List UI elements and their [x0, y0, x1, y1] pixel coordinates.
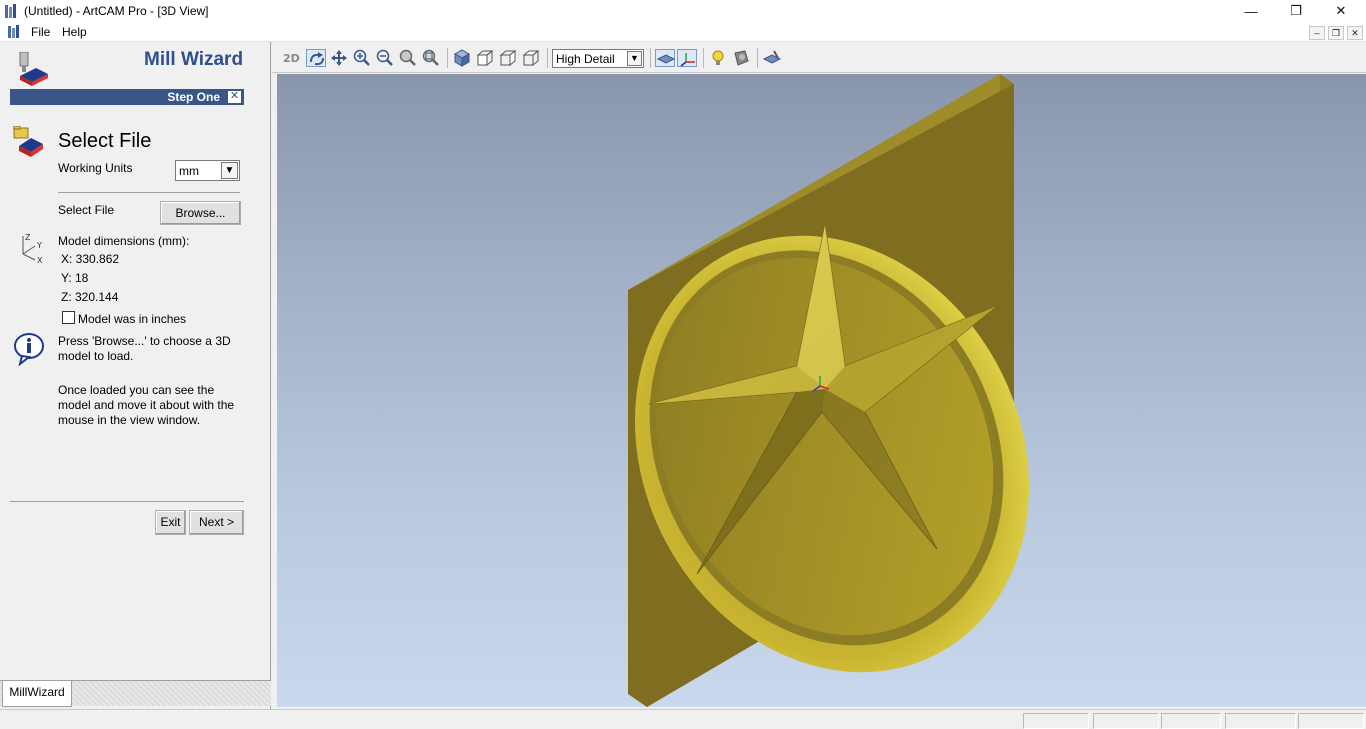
title-bar: (Untitled) - ArtCAM Pro - [3D View] — ❐ … [0, 0, 1366, 22]
tab-millwizard[interactable]: MillWizard [2, 681, 72, 707]
menu-file[interactable]: File [31, 25, 50, 39]
zoom-fit-icon[interactable] [421, 49, 441, 67]
step-label: Step One [167, 90, 220, 104]
chevron-down-icon[interactable]: ▼ [627, 51, 642, 66]
minimize-button[interactable]: — [1228, 0, 1274, 22]
mill-wizard-icon [19, 52, 48, 86]
panel-title: Mill Wizard [144, 49, 244, 70]
2d-view-icon[interactable]: 2D [282, 49, 302, 67]
toolbar-separator [447, 48, 448, 68]
model-dimensions-label: Model dimensions (mm): [58, 234, 190, 248]
toolbar-separator [757, 48, 758, 68]
detail-level-select[interactable]: High Detail ▼ [552, 49, 644, 68]
chevron-down-icon[interactable]: ▼ [221, 162, 238, 179]
status-cell [1023, 713, 1089, 729]
status-cell [1298, 713, 1364, 729]
working-units-select[interactable]: mm ▼ [175, 160, 240, 181]
divider [58, 192, 240, 193]
window-title: (Untitled) - ArtCAM Pro - [3D View] [24, 4, 209, 18]
section-title: Select File [58, 130, 152, 152]
mill-wizard-panel: Mill Wizard Step One ✕ Select File Worki… [0, 42, 271, 709]
divider [10, 501, 244, 502]
menu-help[interactable]: Help [62, 25, 87, 39]
document-icon [8, 25, 19, 38]
mdi-minimize-button[interactable]: – [1309, 26, 1325, 40]
status-cell [1093, 713, 1159, 729]
detail-level-value: High Detail [556, 52, 615, 66]
mdi-close-button[interactable]: ✕ [1347, 26, 1363, 40]
artcam-app-icon [5, 4, 16, 18]
view-toolbar: 2D High Detail ▼ [272, 42, 1366, 73]
3d-view-window[interactable] [277, 74, 1366, 707]
light-icon[interactable] [708, 49, 728, 67]
step-header: Step One ✕ [10, 89, 244, 105]
top-view-icon[interactable] [521, 49, 541, 67]
toolbar-separator [650, 48, 651, 68]
dimension-y: Y: 18 [61, 271, 89, 285]
dimension-z: Z: 320.144 [61, 290, 119, 304]
3d-model-render[interactable] [277, 74, 1366, 707]
zoom-out-icon[interactable] [375, 49, 395, 67]
rotate-icon[interactable] [306, 49, 326, 67]
step-close-icon[interactable]: ✕ [228, 91, 241, 103]
working-units-value: mm [179, 164, 199, 178]
inches-checkbox[interactable] [62, 311, 75, 324]
material-icon[interactable] [731, 49, 751, 67]
open-model-icon [13, 126, 43, 157]
info-text-loaded: Once loaded you can see the model and mo… [58, 383, 235, 427]
status-bar [0, 709, 1366, 729]
select-file-label: Select File [58, 203, 115, 217]
status-cell [1161, 713, 1221, 729]
next-button[interactable]: Next > [189, 510, 244, 535]
panel-tab-strip: MillWizard [0, 680, 271, 707]
close-button[interactable]: ✕ [1318, 0, 1364, 22]
axis-x-label: X [37, 256, 43, 264]
info-icon [14, 333, 44, 366]
side-view-icon[interactable] [498, 49, 518, 67]
working-units-label: Working Units [58, 161, 133, 175]
pan-icon[interactable] [329, 49, 349, 67]
toolbar-separator [547, 48, 548, 68]
exit-button[interactable]: Exit [155, 510, 186, 535]
mdi-restore-button[interactable]: ❐ [1328, 26, 1344, 40]
dimension-x: X: 330.862 [61, 252, 120, 266]
show-axes-icon[interactable] [677, 49, 697, 67]
show-plane-icon[interactable] [655, 49, 676, 67]
front-view-icon[interactable] [475, 49, 495, 67]
axis-z-label: Z [25, 233, 31, 242]
info-text-browse: Press 'Browse...' to choose a 3D model t… [58, 334, 231, 363]
status-cell [1225, 713, 1296, 729]
zoom-box-icon[interactable] [398, 49, 418, 67]
render-icon[interactable] [762, 49, 782, 67]
toolbar-separator [703, 48, 704, 68]
axes-icon: Z Y X [22, 233, 43, 264]
axis-y-label: Y [36, 241, 42, 250]
zoom-in-icon[interactable] [352, 49, 372, 67]
restore-button[interactable]: ❐ [1273, 0, 1319, 22]
inches-checkbox-label[interactable]: Model was in inches [78, 312, 186, 326]
menu-bar: File Help – ❐ ✕ [0, 22, 1366, 42]
iso-view-icon[interactable] [452, 49, 472, 67]
browse-button[interactable]: Browse... [160, 201, 241, 225]
2d-view-label: 2D [283, 52, 300, 65]
